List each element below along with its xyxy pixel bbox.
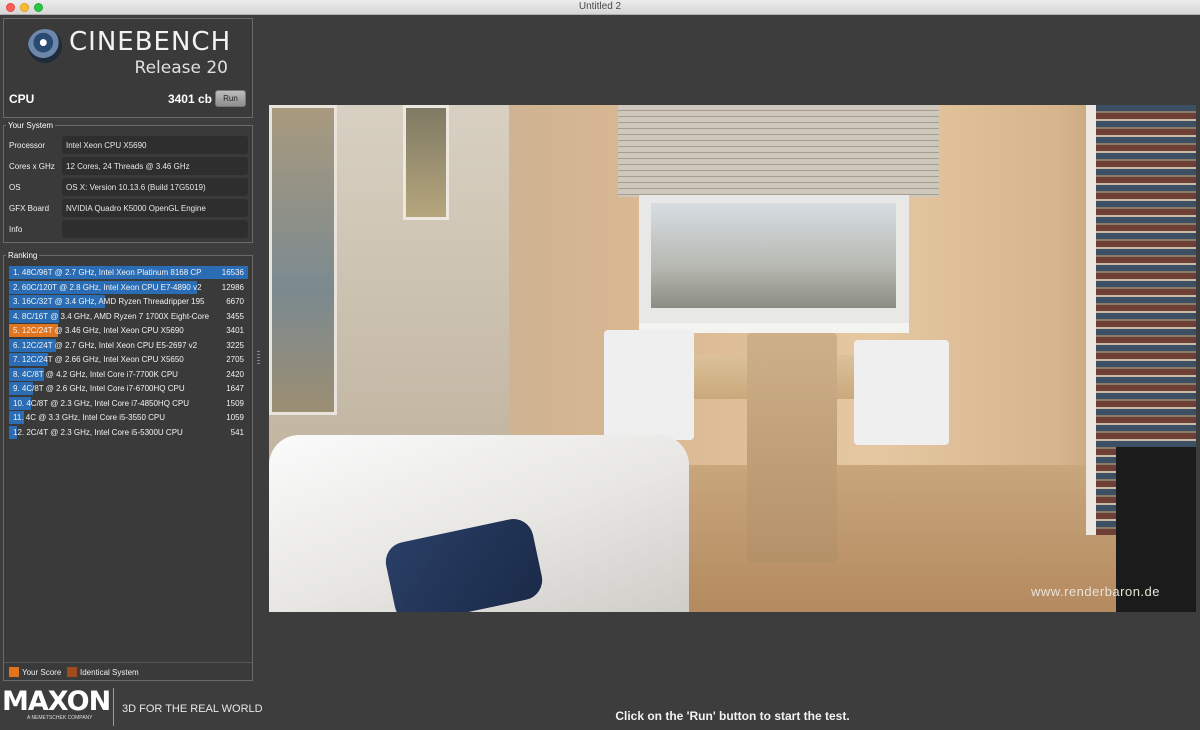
system-row-key: GFX Board: [9, 204, 50, 213]
render-window-glass: [651, 203, 896, 308]
ranking-label: 8. 4C/8T @ 4.2 GHz, Intel Core i7-7700K …: [13, 369, 178, 379]
system-row-gfx: GFX Board NVIDIA Quadro K5000 OpenGL Eng…: [9, 199, 249, 217]
system-row-key: Processor: [9, 141, 46, 150]
panel-splitter-handle[interactable]: [257, 351, 260, 365]
ranking-label: 9. 4C/8T @ 2.6 GHz, Intel Core i7-6700HQ…: [13, 384, 185, 393]
maxon-logo: MAXON: [2, 686, 111, 717]
ranking-score: 12986: [221, 282, 244, 292]
ranking-label: 12. 2C/4T @ 2.3 GHz, Intel Core i5-5300U…: [13, 427, 183, 437]
ranking-score: 3455: [226, 311, 244, 321]
ranking-label: 10. 4C/8T @ 2.3 GHz, Intel Core i7-4850H…: [13, 398, 190, 408]
render-window-blind: [618, 105, 939, 197]
ranking-label: 3. 16C/32T @ 3.4 GHz, AMD Ryzen Threadri…: [13, 297, 205, 306]
ranking-label: 4. 8C/16T @ 3.4 GHz, AMD Ryzen 7 1700X E…: [13, 311, 209, 321]
cpu-label: CPU: [9, 92, 35, 106]
system-row-info: Info: [9, 220, 249, 238]
run-button[interactable]: Run: [215, 90, 246, 107]
ranking-row[interactable]: 11. 4C @ 3.3 GHz, Intel Core i5-3550 CPU…: [9, 411, 248, 424]
your-system-title: Your System: [6, 121, 56, 130]
ranking-score: 1509: [226, 398, 244, 408]
info-field[interactable]: [62, 220, 248, 238]
ranking-score: 6670: [226, 297, 244, 306]
system-row-key: Info: [9, 225, 23, 234]
window-title: Untitled 2: [578, 1, 622, 12]
legend-label: Identical System: [80, 668, 139, 677]
ranking-score: 3225: [226, 340, 244, 350]
ranking-score: 541: [230, 427, 244, 437]
system-row-value: Intel Xeon CPU X5690: [62, 136, 248, 154]
ranking-score: 1647: [226, 384, 244, 393]
system-row-os: OS OS X: Version 10.13.6 (Build 17G5019): [9, 178, 249, 196]
system-row-key: Cores x GHz: [9, 162, 55, 171]
ranking-row[interactable]: 4. 8C/16T @ 3.4 GHz, AMD Ryzen 7 1700X E…: [9, 309, 248, 323]
legend-label: Your Score: [22, 668, 62, 677]
system-row-value: NVIDIA Quadro K5000 OpenGL Engine: [62, 199, 248, 217]
render-window: [639, 195, 909, 327]
render-chair-front: [747, 333, 837, 563]
legend-your-score: Your Score: [9, 667, 61, 677]
footer-divider: [113, 688, 114, 726]
ranking-row[interactable]: 8. 4C/8T @ 4.2 GHz, Intel Core i7-7700K …: [9, 367, 248, 381]
ranking-label: 5. 12C/24T @ 3.46 GHz, Intel Xeon CPU X5…: [13, 326, 184, 335]
ranking-score: 2420: [226, 369, 244, 379]
ranking-label: 6. 12C/24T @ 2.7 GHz, Intel Xeon CPU E5-…: [13, 340, 198, 350]
ranking-title: Ranking: [6, 251, 40, 260]
system-row-key: OS: [9, 183, 21, 192]
ranking-row[interactable]: 3. 16C/32T @ 3.4 GHz, AMD Ryzen Threadri…: [9, 295, 248, 308]
cpu-score: 3401 cb: [167, 92, 212, 106]
ranking-row[interactable]: 1. 48C/96T @ 2.7 GHz, Intel Xeon Platinu…: [9, 266, 248, 279]
system-row-value: 12 Cores, 24 Threads @ 3.46 GHz: [62, 157, 248, 175]
ranking-score: 1059: [226, 413, 244, 422]
ranking-label: 7. 12C/24T @ 2.66 GHz, Intel Xeon CPU X5…: [13, 355, 184, 364]
window-titlebar: Untitled 2: [0, 0, 1200, 15]
ranking-score: 16536: [221, 268, 244, 277]
your-score-swatch: [9, 667, 19, 677]
ranking-row[interactable]: 6. 12C/24T @ 2.7 GHz, Intel Xeon CPU E5-…: [9, 338, 248, 352]
ranking-row[interactable]: 2. 60C/120T @ 2.8 GHz, Intel Xeon CPU E7…: [9, 280, 248, 294]
ranking-row-your-score[interactable]: 5. 12C/24T @ 3.46 GHz, Intel Xeon CPU X5…: [9, 324, 248, 337]
ranking-row[interactable]: 12. 2C/4T @ 2.3 GHz, Intel Core i5-5300U…: [9, 425, 248, 439]
maxon-tagline: 3D FOR THE REAL WORLD: [122, 703, 263, 715]
render-watermark: www.renderbaron.de: [1031, 584, 1160, 599]
render-chair-left: [604, 330, 694, 440]
maxon-subtitle: A NEMETSCHEK COMPANY: [27, 715, 93, 721]
legend-divider: [4, 662, 252, 663]
ranking-label: 11. 4C @ 3.3 GHz, Intel Core i5-3550 CPU: [13, 413, 166, 422]
ranking-row[interactable]: 9. 4C/8T @ 2.6 GHz, Intel Core i7-6700HQ…: [9, 382, 248, 395]
ranking-panel: Ranking 1. 48C/96T @ 2.7 GHz, Intel Xeon…: [3, 251, 253, 681]
ranking-label: 2. 60C/120T @ 2.8 GHz, Intel Xeon CPU E7…: [13, 282, 202, 292]
legend-identical-system: Identical System: [67, 667, 139, 677]
status-message: Click on the 'Run' button to start the t…: [615, 709, 850, 723]
system-row-value: OS X: Version 10.13.6 (Build 17G5019): [62, 178, 248, 196]
your-system-panel: Your System Processor Intel Xeon CPU X56…: [3, 121, 253, 243]
system-row-cores: Cores x GHz 12 Cores, 24 Threads @ 3.46 …: [9, 157, 249, 175]
ranking-row[interactable]: 10. 4C/8T @ 2.3 GHz, Intel Core i7-4850H…: [9, 396, 248, 410]
ranking-label: 1. 48C/96T @ 2.7 GHz, Intel Xeon Platinu…: [13, 268, 202, 277]
render-wall-picture: [269, 105, 337, 415]
ranking-score: 3401: [226, 326, 244, 335]
app-logo-name: CINEBENCH: [69, 27, 232, 57]
ranking-row[interactable]: 7. 12C/24T @ 2.66 GHz, Intel Xeon CPU X5…: [9, 353, 248, 366]
render-small-frame: [403, 105, 449, 220]
identical-system-swatch: [67, 667, 77, 677]
app-release: Release 20: [134, 58, 228, 78]
render-chair-right: [854, 340, 949, 445]
ranking-score: 2705: [226, 355, 244, 364]
system-row-processor: Processor Intel Xeon CPU X5690: [9, 136, 249, 154]
benchmark-panel: CINEBENCH Release 20 CPU 3401 cb Run: [3, 18, 253, 118]
render-viewport: www.renderbaron.de: [269, 105, 1196, 612]
cinebench-logo-icon: [28, 29, 62, 63]
